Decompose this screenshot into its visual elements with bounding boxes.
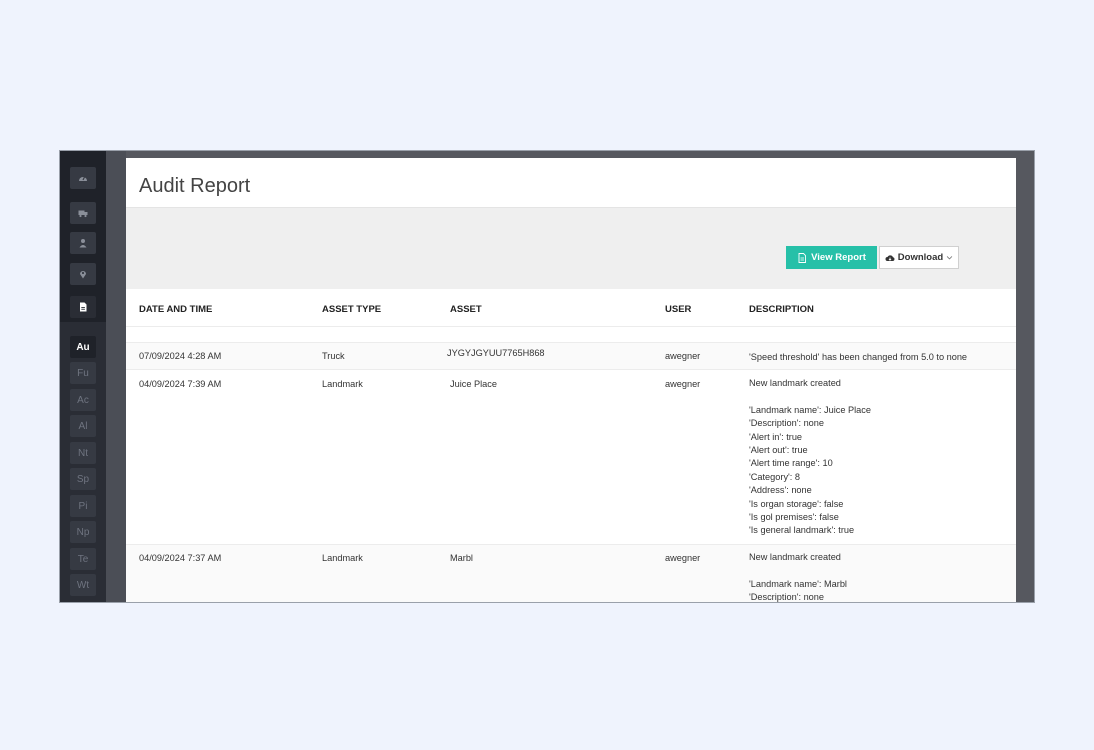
report-type-np[interactable]: Np <box>70 521 96 543</box>
description-line: 'Is general landmark': true <box>749 525 855 536</box>
audit-report-panel: Audit Report View Report Download DATE A… <box>126 158 1016 603</box>
dashboard-icon <box>79 175 87 181</box>
report-type-au[interactable]: Au <box>70 336 96 358</box>
report-type-nt[interactable]: Nt <box>70 442 96 464</box>
cell-date: 04/09/2024 7:37 AM <box>139 553 222 563</box>
column-header-date[interactable]: DATE AND TIME <box>139 304 212 315</box>
report-type-label: Te <box>77 553 89 565</box>
description-line: 'Landmark name': Marbl <box>749 578 847 589</box>
report-type-sp[interactable]: Sp <box>70 468 96 490</box>
report-type-pi[interactable]: Pi <box>70 495 96 517</box>
truck-icon <box>78 210 88 218</box>
download-dropdown-button[interactable]: Download <box>879 246 959 269</box>
user-icon <box>79 239 87 248</box>
table-row[interactable]: 04/09/2024 7:37 AM Landmark Marbl awegne… <box>126 545 1016 603</box>
description-line: 'Category': 8 <box>749 471 801 482</box>
report-icon <box>80 302 87 312</box>
sidebar-nav <box>60 151 106 322</box>
column-header-asset[interactable]: ASSET <box>450 304 482 315</box>
nav-users[interactable] <box>70 232 96 254</box>
table-header-row: DATE AND TIME ASSET TYPE ASSET USER DESC… <box>126 289 1016 327</box>
report-type-label: Al <box>78 420 88 432</box>
table-row[interactable]: 07/09/2024 4:28 AM Truck JYGYJGYUU7765H8… <box>126 343 1016 370</box>
report-toolbar: View Report Download <box>126 208 1016 289</box>
table-spacer <box>126 327 1016 343</box>
cell-date: 07/09/2024 4:28 AM <box>139 351 222 361</box>
report-type-label: Fu <box>77 367 89 379</box>
cell-asset: JYGYJGYUU7765H868 <box>447 348 545 358</box>
report-type-label: Au <box>76 341 90 353</box>
description-line: 'Address': none <box>749 485 812 496</box>
table-row[interactable]: 04/09/2024 7:39 AM Landmark Juice Place … <box>126 370 1016 545</box>
cell-description: New landmark created 'Landmark name': Ju… <box>749 377 871 538</box>
column-header-asset-type[interactable]: ASSET TYPE <box>322 304 381 315</box>
report-type-label: Nt <box>78 447 88 459</box>
map-pin-icon <box>80 271 86 279</box>
chevron-down-icon <box>946 256 953 260</box>
description-line: 'Alert in': true <box>749 431 803 442</box>
cell-description: New landmark created 'Landmark name': Ma… <box>749 551 847 603</box>
description-line: 'Alert out': true <box>749 445 808 456</box>
page-title: Audit Report <box>139 175 251 197</box>
nav-landmarks[interactable] <box>70 263 96 285</box>
description-line: 'Landmark name': Juice Place <box>749 404 871 415</box>
cell-asset: Marbl <box>450 553 473 563</box>
cell-asset-type: Landmark <box>322 553 363 563</box>
sidebar: Au Fu Ac Al Nt Sp Pi Np Te Wt <box>60 151 106 602</box>
cell-asset-type: Landmark <box>322 379 363 389</box>
nav-dashboard[interactable] <box>70 167 96 189</box>
cell-date: 04/09/2024 7:39 AM <box>139 379 222 389</box>
report-type-al[interactable]: Al <box>70 415 96 437</box>
description-line: 'Description': none <box>749 418 825 429</box>
report-type-label: Ac <box>77 394 89 406</box>
view-report-button[interactable]: View Report <box>786 246 877 269</box>
column-header-user[interactable]: USER <box>665 304 691 315</box>
description-line: 'Is organ storage': false <box>749 498 844 509</box>
description-line: New landmark created <box>749 378 841 388</box>
cell-user: awegner <box>665 379 701 389</box>
cell-description: 'Speed threshold' has been changed from … <box>749 351 967 364</box>
cell-asset-type: Truck <box>322 351 345 361</box>
report-type-te[interactable]: Te <box>70 548 96 570</box>
description-line: 'Speed threshold' has been changed from … <box>749 352 968 362</box>
title-bar: Audit Report <box>126 158 1016 208</box>
sidebar-gutter <box>106 151 126 602</box>
document-icon <box>798 252 807 263</box>
report-type-label: Np <box>76 526 90 538</box>
download-label: Download <box>897 252 944 263</box>
description-line: New landmark created <box>749 552 841 562</box>
report-type-label: Wt <box>76 579 90 591</box>
cloud-download-icon <box>885 254 895 261</box>
view-report-label: View Report <box>811 252 866 263</box>
cell-user: awegner <box>665 553 701 563</box>
report-type-label: Pi <box>78 500 88 512</box>
report-type-label: Sp <box>76 473 90 485</box>
report-type-ac[interactable]: Ac <box>70 389 96 411</box>
description-line: 'Alert time range': 10 <box>749 458 833 469</box>
cell-user: awegner <box>665 351 701 361</box>
description-line: 'Description': none <box>749 592 825 603</box>
nav-reports[interactable] <box>70 296 96 318</box>
report-type-wt[interactable]: Wt <box>70 574 96 596</box>
cell-asset: Juice Place <box>450 379 497 389</box>
nav-vehicles[interactable] <box>70 202 96 224</box>
description-line: 'Is gol premises': false <box>749 512 839 523</box>
column-header-description[interactable]: DESCRIPTION <box>749 304 814 315</box>
app-window: Au Fu Ac Al Nt Sp Pi Np Te Wt Audit Repo… <box>59 150 1035 603</box>
report-type-fu[interactable]: Fu <box>70 362 96 384</box>
